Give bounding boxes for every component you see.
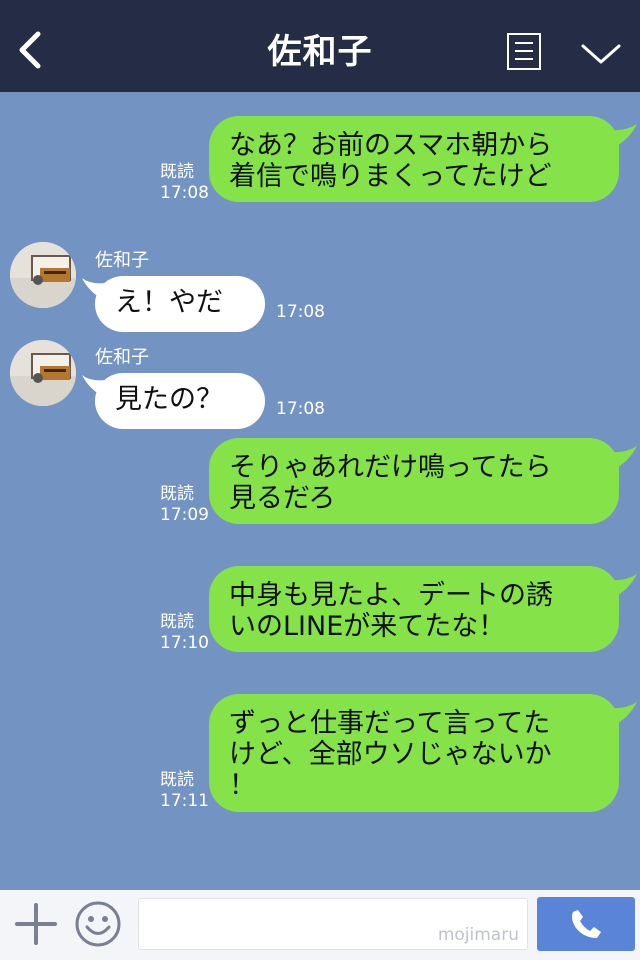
read-receipt: 既読 17:09 — [160, 484, 209, 526]
bubble-tail — [603, 702, 637, 726]
read-receipt: 既読 17:08 — [160, 162, 209, 204]
phone-icon — [572, 910, 601, 938]
avatar-image — [10, 340, 76, 406]
avatar-image — [10, 242, 76, 308]
message-text: え！やだ — [115, 287, 223, 318]
chat-area[interactable]: 既読 17:08 なあ？お前のスマホ朝から 着信で鳴りまくってたけど 佐和子 え… — [0, 92, 640, 890]
chat-title: 佐和子 — [267, 32, 373, 72]
read-receipt: 既読 17:11 — [160, 770, 209, 812]
message-bubble[interactable]: ずっと仕事だって言ってた けど、全部ウソじゃないか ！ — [209, 694, 619, 812]
message-text: 見たの？ — [115, 384, 223, 415]
message-bubble[interactable]: 見たの？ — [95, 373, 265, 429]
message-time: 17:09 — [160, 505, 209, 525]
smiley-icon[interactable] — [74, 900, 122, 948]
message-line: 着信で鳴りまくってたけど — [229, 161, 552, 192]
message-time: 17:08 — [160, 183, 209, 203]
bubble-tail — [603, 574, 637, 598]
call-button[interactable] — [537, 897, 635, 951]
read-label: 既読 — [160, 162, 194, 182]
bubble-tail — [603, 446, 637, 470]
plus-icon[interactable] — [14, 902, 58, 946]
message-line: 中身も見たよ、デートの誘 — [229, 580, 553, 611]
avatar[interactable] — [10, 242, 76, 308]
message-line: けど、全部ウソじゃないか — [229, 739, 552, 770]
watermark: mojimaru — [437, 925, 519, 945]
message-time: 17:10 — [160, 633, 209, 653]
read-label: 既読 — [160, 612, 194, 632]
chevron-down-icon[interactable] — [580, 40, 622, 66]
message-line: ！ — [229, 770, 256, 801]
message-bubble[interactable]: 中身も見たよ、デートの誘 いのLINEが来てたな！ — [209, 566, 619, 652]
read-label: 既読 — [160, 770, 194, 790]
message-line: なあ？お前のスマホ朝から — [229, 130, 553, 161]
avatar[interactable] — [10, 340, 76, 406]
message-bubble[interactable]: え！やだ — [95, 276, 265, 332]
message-line: いのLINEが来てたな！ — [229, 611, 506, 642]
sender-name: 佐和子 — [95, 250, 149, 271]
message-time: 17:08 — [276, 302, 325, 322]
bubble-tail — [603, 124, 637, 148]
message-input[interactable]: mojimaru — [138, 898, 528, 950]
sender-name: 佐和子 — [95, 347, 149, 368]
read-receipt: 既読 17:10 — [160, 612, 209, 654]
message-bubble[interactable]: なあ？お前のスマホ朝から 着信で鳴りまくってたけど — [209, 116, 619, 202]
read-label: 既読 — [160, 484, 194, 504]
menu-icon[interactable] — [507, 33, 541, 70]
message-line: そりゃあれだけ鳴ってたら — [229, 452, 552, 483]
message-time: 17:08 — [276, 399, 325, 419]
message-line: ずっと仕事だって言ってた — [229, 708, 551, 739]
input-bar: mojimaru — [0, 890, 640, 960]
chat-header: 佐和子 — [0, 0, 640, 92]
message-bubble[interactable]: そりゃあれだけ鳴ってたら 見るだろ — [209, 438, 619, 524]
message-time: 17:11 — [160, 791, 209, 811]
message-line: 見るだろ — [229, 483, 336, 514]
